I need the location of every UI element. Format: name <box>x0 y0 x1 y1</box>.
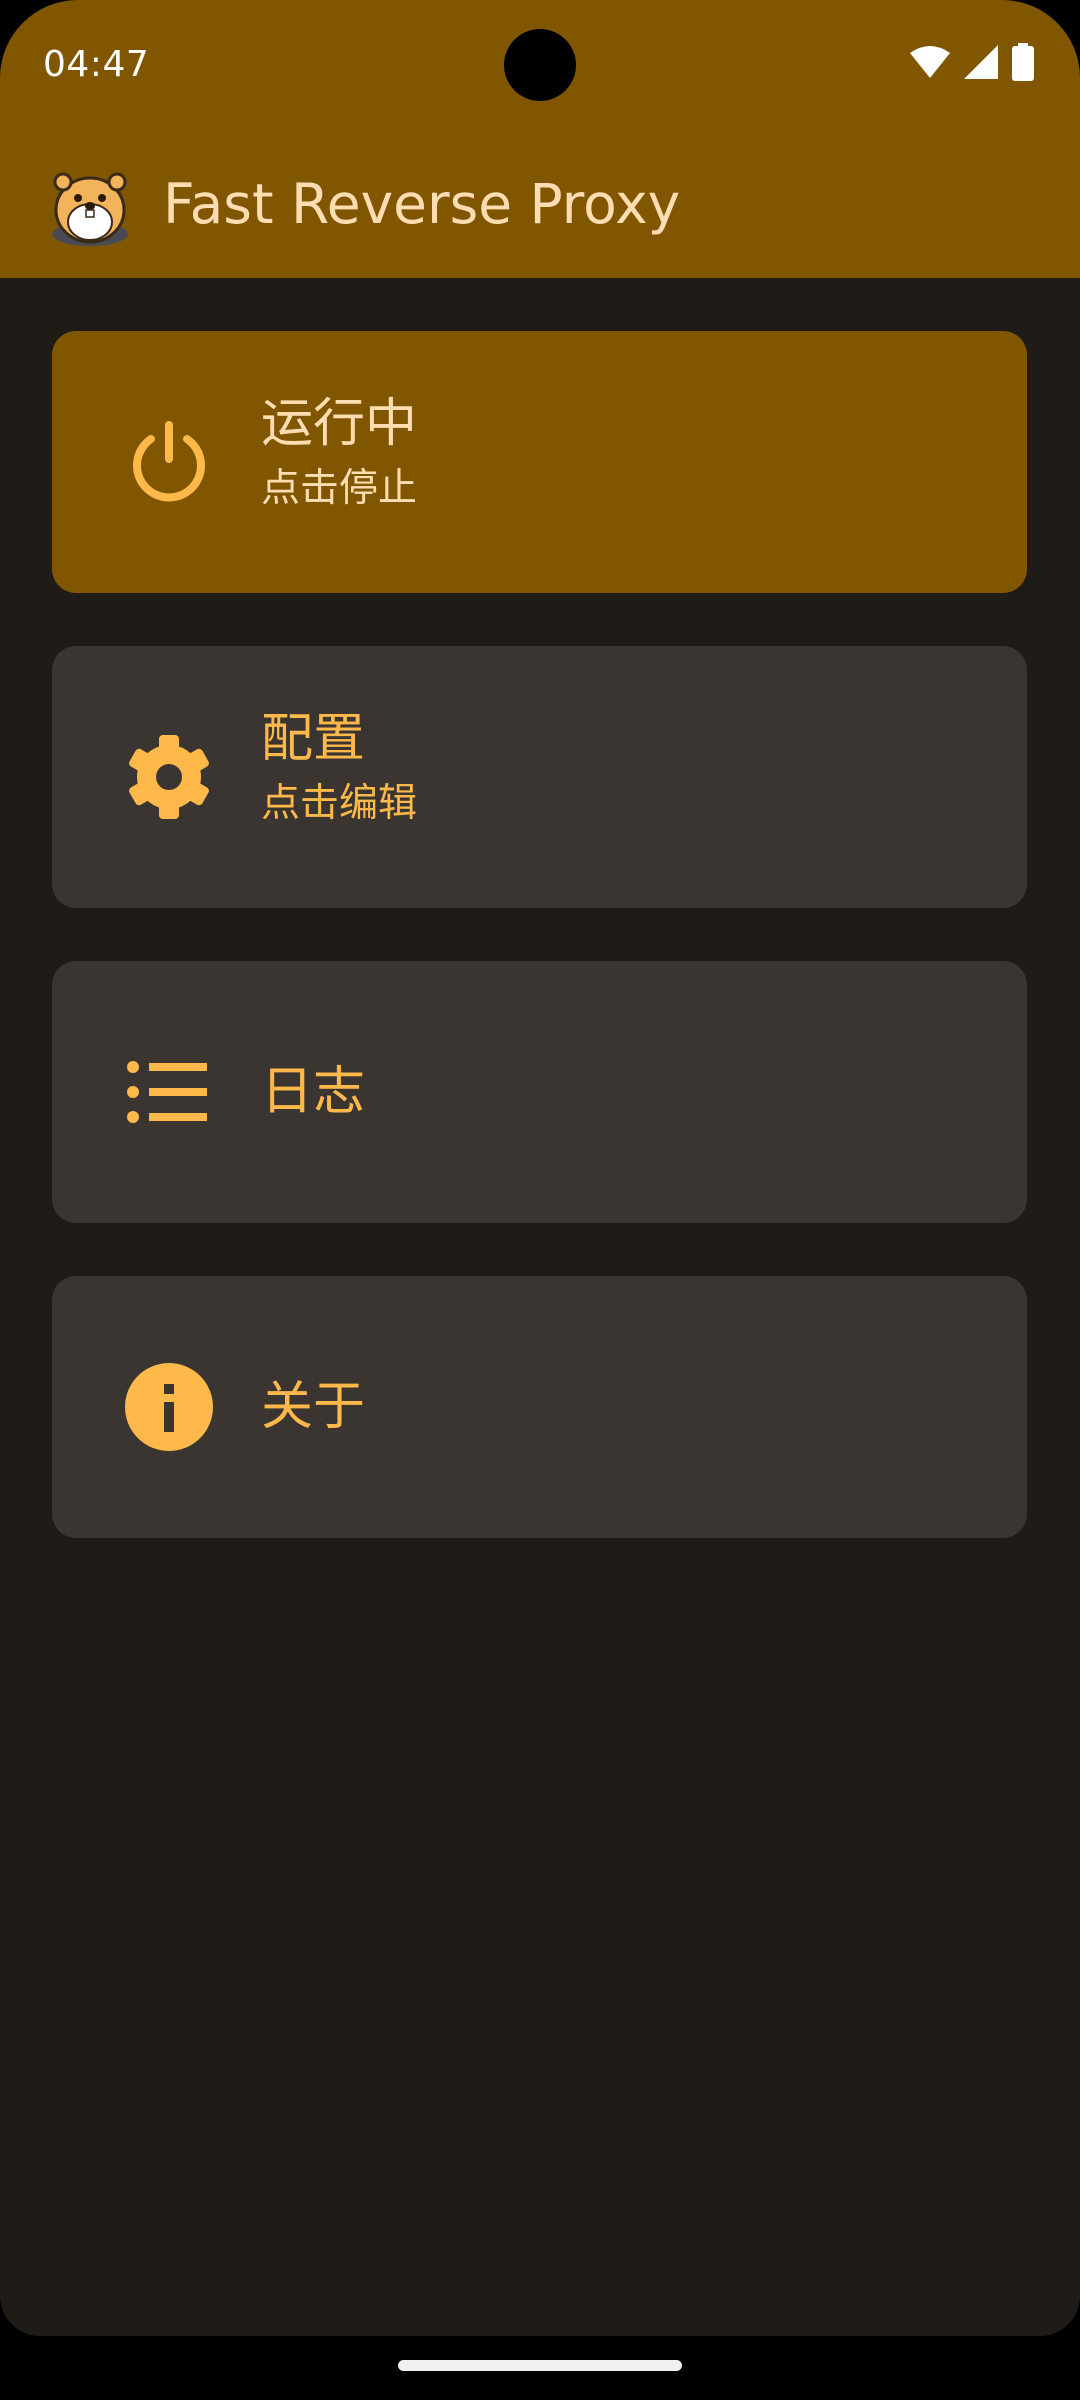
status-time: 04:47 <box>43 44 150 85</box>
status-title: 运行中 <box>261 394 418 454</box>
config-card[interactable]: 配置 点击编辑 <box>52 646 1027 908</box>
battery-icon <box>1012 43 1034 85</box>
status-subtitle: 点击停止 <box>261 466 418 511</box>
about-title: 关于 <box>261 1377 366 1437</box>
wifi-icon <box>910 45 950 83</box>
app-title: Fast Reverse Proxy <box>163 172 681 236</box>
config-title: 配置 <box>261 709 366 769</box>
gear-icon <box>124 732 214 822</box>
status-icons <box>910 43 1034 85</box>
list-icon <box>124 1047 214 1137</box>
power-icon <box>124 417 214 507</box>
home-indicator[interactable] <box>398 2360 682 2371</box>
info-icon <box>124 1362 214 1452</box>
logs-title: 日志 <box>261 1062 366 1122</box>
gopher-mascot-icon <box>46 160 134 248</box>
config-subtitle: 点击编辑 <box>261 781 418 826</box>
status-bar: 04:47 <box>0 0 1080 130</box>
status-toggle-card[interactable]: 运行中 点击停止 <box>52 331 1027 593</box>
logs-card[interactable]: 日志 <box>52 961 1027 1223</box>
app-screen: 04:47 Fast Reverse Proxy 运行中 点击停止 配置 点击编… <box>0 0 1080 2336</box>
signal-icon <box>964 45 998 83</box>
camera-cutout <box>504 29 576 101</box>
about-card[interactable]: 关于 <box>52 1276 1027 1538</box>
